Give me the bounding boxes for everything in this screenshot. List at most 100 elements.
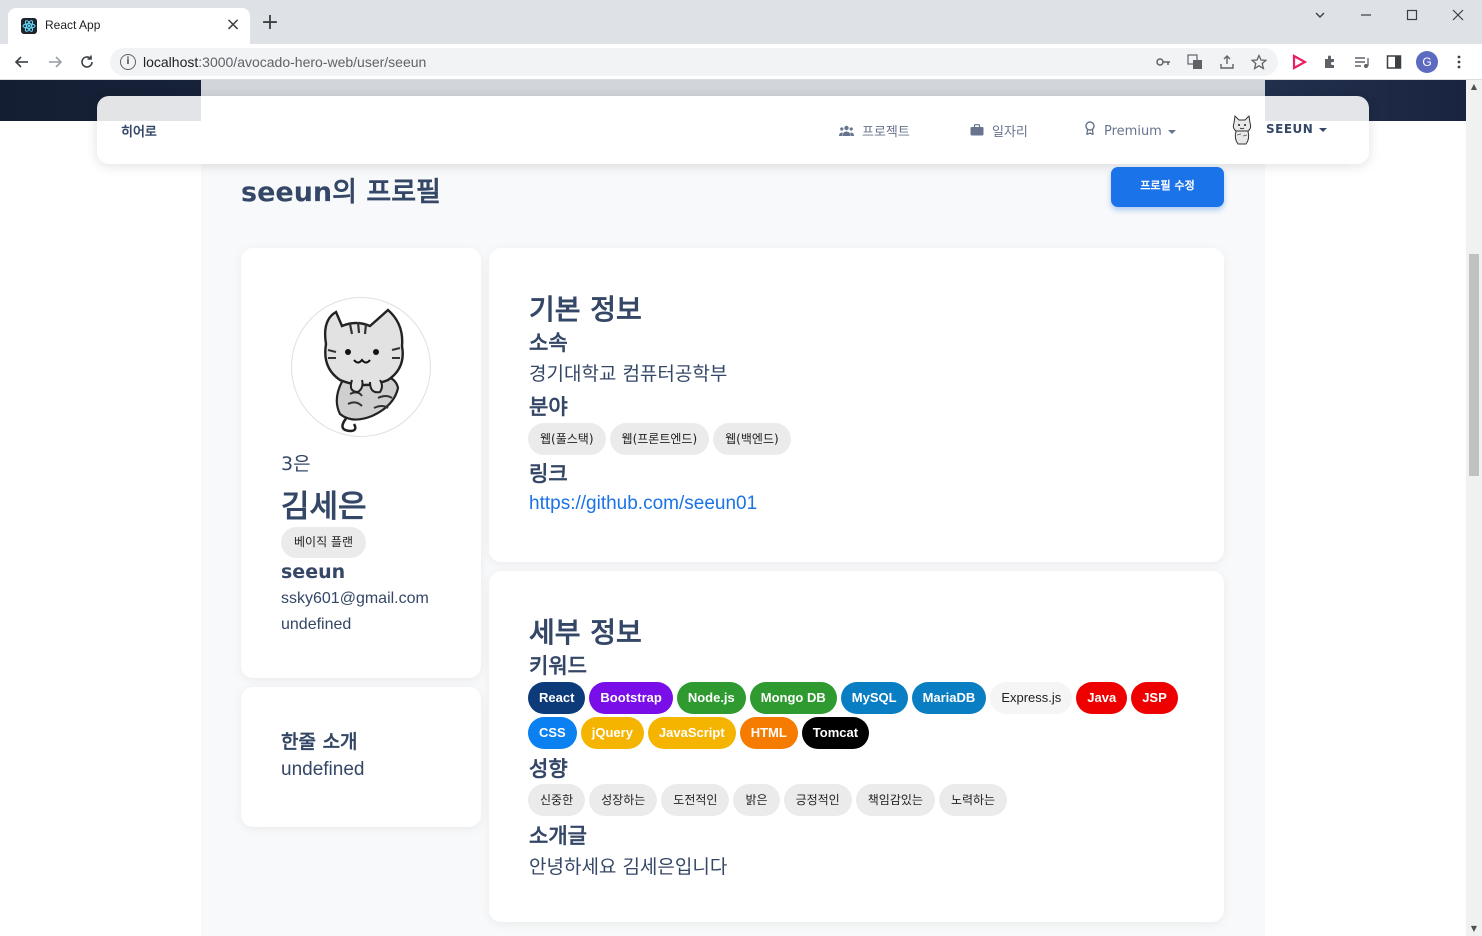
cat-illustration-icon (323, 308, 404, 433)
nav-username: SEEUN (1266, 122, 1314, 136)
field-chip: 웹(프론트엔드) (609, 423, 710, 455)
nav-projects-label: 프로젝트 (862, 125, 910, 140)
main-panel-top (201, 80, 1265, 96)
tab-search-icon[interactable] (1300, 3, 1340, 27)
chevron-down-icon (1319, 127, 1328, 132)
keyword-chip: Express.js (990, 682, 1073, 714)
tab-title: React App (45, 18, 101, 32)
page-viewport: 히어로 프로젝트 일자리 Premium SEEUN seeun의 프로필 프로… (0, 80, 1466, 936)
browser-profile-avatar[interactable]: G (1416, 51, 1438, 73)
extension-play-icon[interactable] (1288, 51, 1310, 73)
field-chip: 웹(풀스택) (528, 423, 606, 455)
browser-toolbar: i localhost:3000/avocado-hero-web/user/s… (0, 44, 1482, 80)
profile-username: seeun (281, 561, 346, 583)
user-avatar-icon[interactable] (1229, 114, 1255, 146)
close-tab-icon[interactable]: × (222, 14, 244, 36)
keyword-chip-list: React Bootstrap Node.js Mongo DB MySQL MariaD… (528, 682, 1188, 749)
window-close-icon[interactable] (1438, 3, 1478, 27)
profile-email: ssky601@gmail.com (281, 590, 429, 607)
briefcase-icon (970, 124, 984, 140)
react-logo-icon (21, 18, 37, 34)
address-bar[interactable]: i localhost:3000/avocado-hero-web/user/s… (110, 48, 1278, 76)
bio-text: 안녕하세요 김세은입니다 (529, 856, 728, 878)
basic-info-card: 기본 정보 소속 경기대학교 컴퓨터공학부 분야 웹(풀스택) 웹(프론트엔드)… (489, 248, 1224, 562)
intro-text: undefined (281, 759, 365, 780)
profile-avatar (291, 297, 431, 437)
nav-jobs-label: 일자리 (992, 125, 1028, 140)
bio-label: 소개글 (529, 824, 587, 848)
browser-titlebar: React App × + (0, 0, 1482, 44)
page-title: seeun의 프로필 (241, 177, 441, 208)
field-label: 분야 (529, 395, 568, 419)
browser-tab[interactable]: React App × (8, 8, 250, 44)
trait-chip: 성장하는 (589, 784, 658, 816)
keywords-label: 키워드 (529, 654, 587, 678)
page-scrollbar[interactable]: ▲ ▼ (1466, 80, 1482, 936)
nav-projects[interactable]: 프로젝트 (839, 121, 910, 140)
affiliation-label: 소속 (529, 331, 568, 355)
media-queue-icon[interactable] (1351, 51, 1373, 73)
keyword-chip: JSP (1131, 682, 1178, 714)
trait-chip-list: 신중한 성장하는 도전적인 밝은 긍정적인 책임감있는 노력하는 (528, 784, 1008, 816)
keyword-chip: CSS (528, 717, 577, 749)
new-tab-button[interactable]: + (258, 11, 282, 35)
trait-chip: 신중한 (528, 784, 586, 816)
traits-label: 성향 (529, 757, 568, 781)
keyword-chip: jQuery (580, 717, 644, 749)
password-key-icon[interactable] (1152, 51, 1174, 73)
trait-chip: 긍정적인 (783, 784, 852, 816)
basic-info-title: 기본 정보 (529, 293, 642, 326)
keyword-chip: Node.js (676, 682, 746, 714)
scroll-down-icon[interactable]: ▼ (1466, 922, 1482, 936)
side-panel-icon[interactable] (1383, 51, 1405, 73)
bookmark-star-icon[interactable] (1248, 51, 1270, 73)
field-chip: 웹(백엔드) (713, 423, 791, 455)
users-icon (839, 125, 854, 140)
trait-chip: 밝은 (733, 784, 780, 816)
github-link[interactable]: https://github.com/seeun01 (529, 493, 757, 515)
profile-real-name: 김세은 (281, 489, 367, 525)
maximize-icon[interactable] (1392, 3, 1432, 27)
scrollbar-thumb[interactable] (1469, 254, 1479, 476)
profile-grade: 3은 (281, 453, 311, 475)
plan-badge: 베이직 플랜 (281, 527, 367, 558)
detail-info-card: 세부 정보 키워드 React Bootstrap Node.js Mongo DB M… (489, 571, 1224, 922)
nav-premium[interactable]: Premium (1084, 121, 1176, 139)
site-info-icon[interactable]: i (120, 54, 136, 70)
reload-icon[interactable] (76, 51, 98, 73)
keyword-chip: React (528, 682, 586, 714)
nav-premium-label: Premium (1104, 124, 1162, 139)
trait-chip: 책임감있는 (855, 784, 935, 816)
keyword-chip: Mongo DB (749, 682, 837, 714)
badge-icon (1084, 121, 1096, 139)
link-label: 링크 (529, 462, 568, 486)
extensions-puzzle-icon[interactable] (1319, 51, 1341, 73)
trait-chip: 도전적인 (661, 784, 730, 816)
profile-extra: undefined (281, 616, 352, 633)
nav-jobs[interactable]: 일자리 (970, 121, 1028, 140)
site-navbar: 히어로 프로젝트 일자리 Premium SEEUN (97, 96, 1369, 164)
back-icon[interactable] (11, 51, 33, 73)
keyword-chip: Bootstrap (589, 682, 673, 714)
brand-logo[interactable]: 히어로 (121, 121, 157, 140)
profile-card: 3은 김세은 베이직 플랜 seeun ssky601@gmail.com un… (241, 248, 481, 678)
keyword-chip: Java (1076, 682, 1128, 714)
browser-menu-icon[interactable] (1448, 51, 1470, 73)
chevron-down-icon (1167, 129, 1176, 134)
share-icon[interactable] (1216, 51, 1238, 73)
scroll-up-icon[interactable]: ▲ (1466, 80, 1482, 94)
edit-profile-button[interactable]: 프로필 수정 (1111, 167, 1224, 207)
detail-info-title: 세부 정보 (529, 616, 642, 649)
trait-chip: 노력하는 (938, 784, 1008, 816)
translate-icon[interactable] (1184, 51, 1206, 73)
keyword-chip: JavaScript (647, 717, 736, 749)
keyword-chip: MariaDB (911, 682, 987, 714)
affiliation-value: 경기대학교 컴퓨터공학부 (529, 363, 728, 385)
keyword-chip: Tomcat (801, 717, 870, 749)
minimize-icon[interactable] (1346, 3, 1386, 27)
forward-icon[interactable] (44, 51, 66, 73)
url-text[interactable]: localhost:3000/avocado-hero-web/user/see… (143, 54, 426, 70)
nav-user-menu[interactable]: SEEUN (1266, 122, 1328, 136)
intro-title: 한줄 소개 (281, 731, 358, 753)
keyword-chip: MySQL (840, 682, 908, 714)
